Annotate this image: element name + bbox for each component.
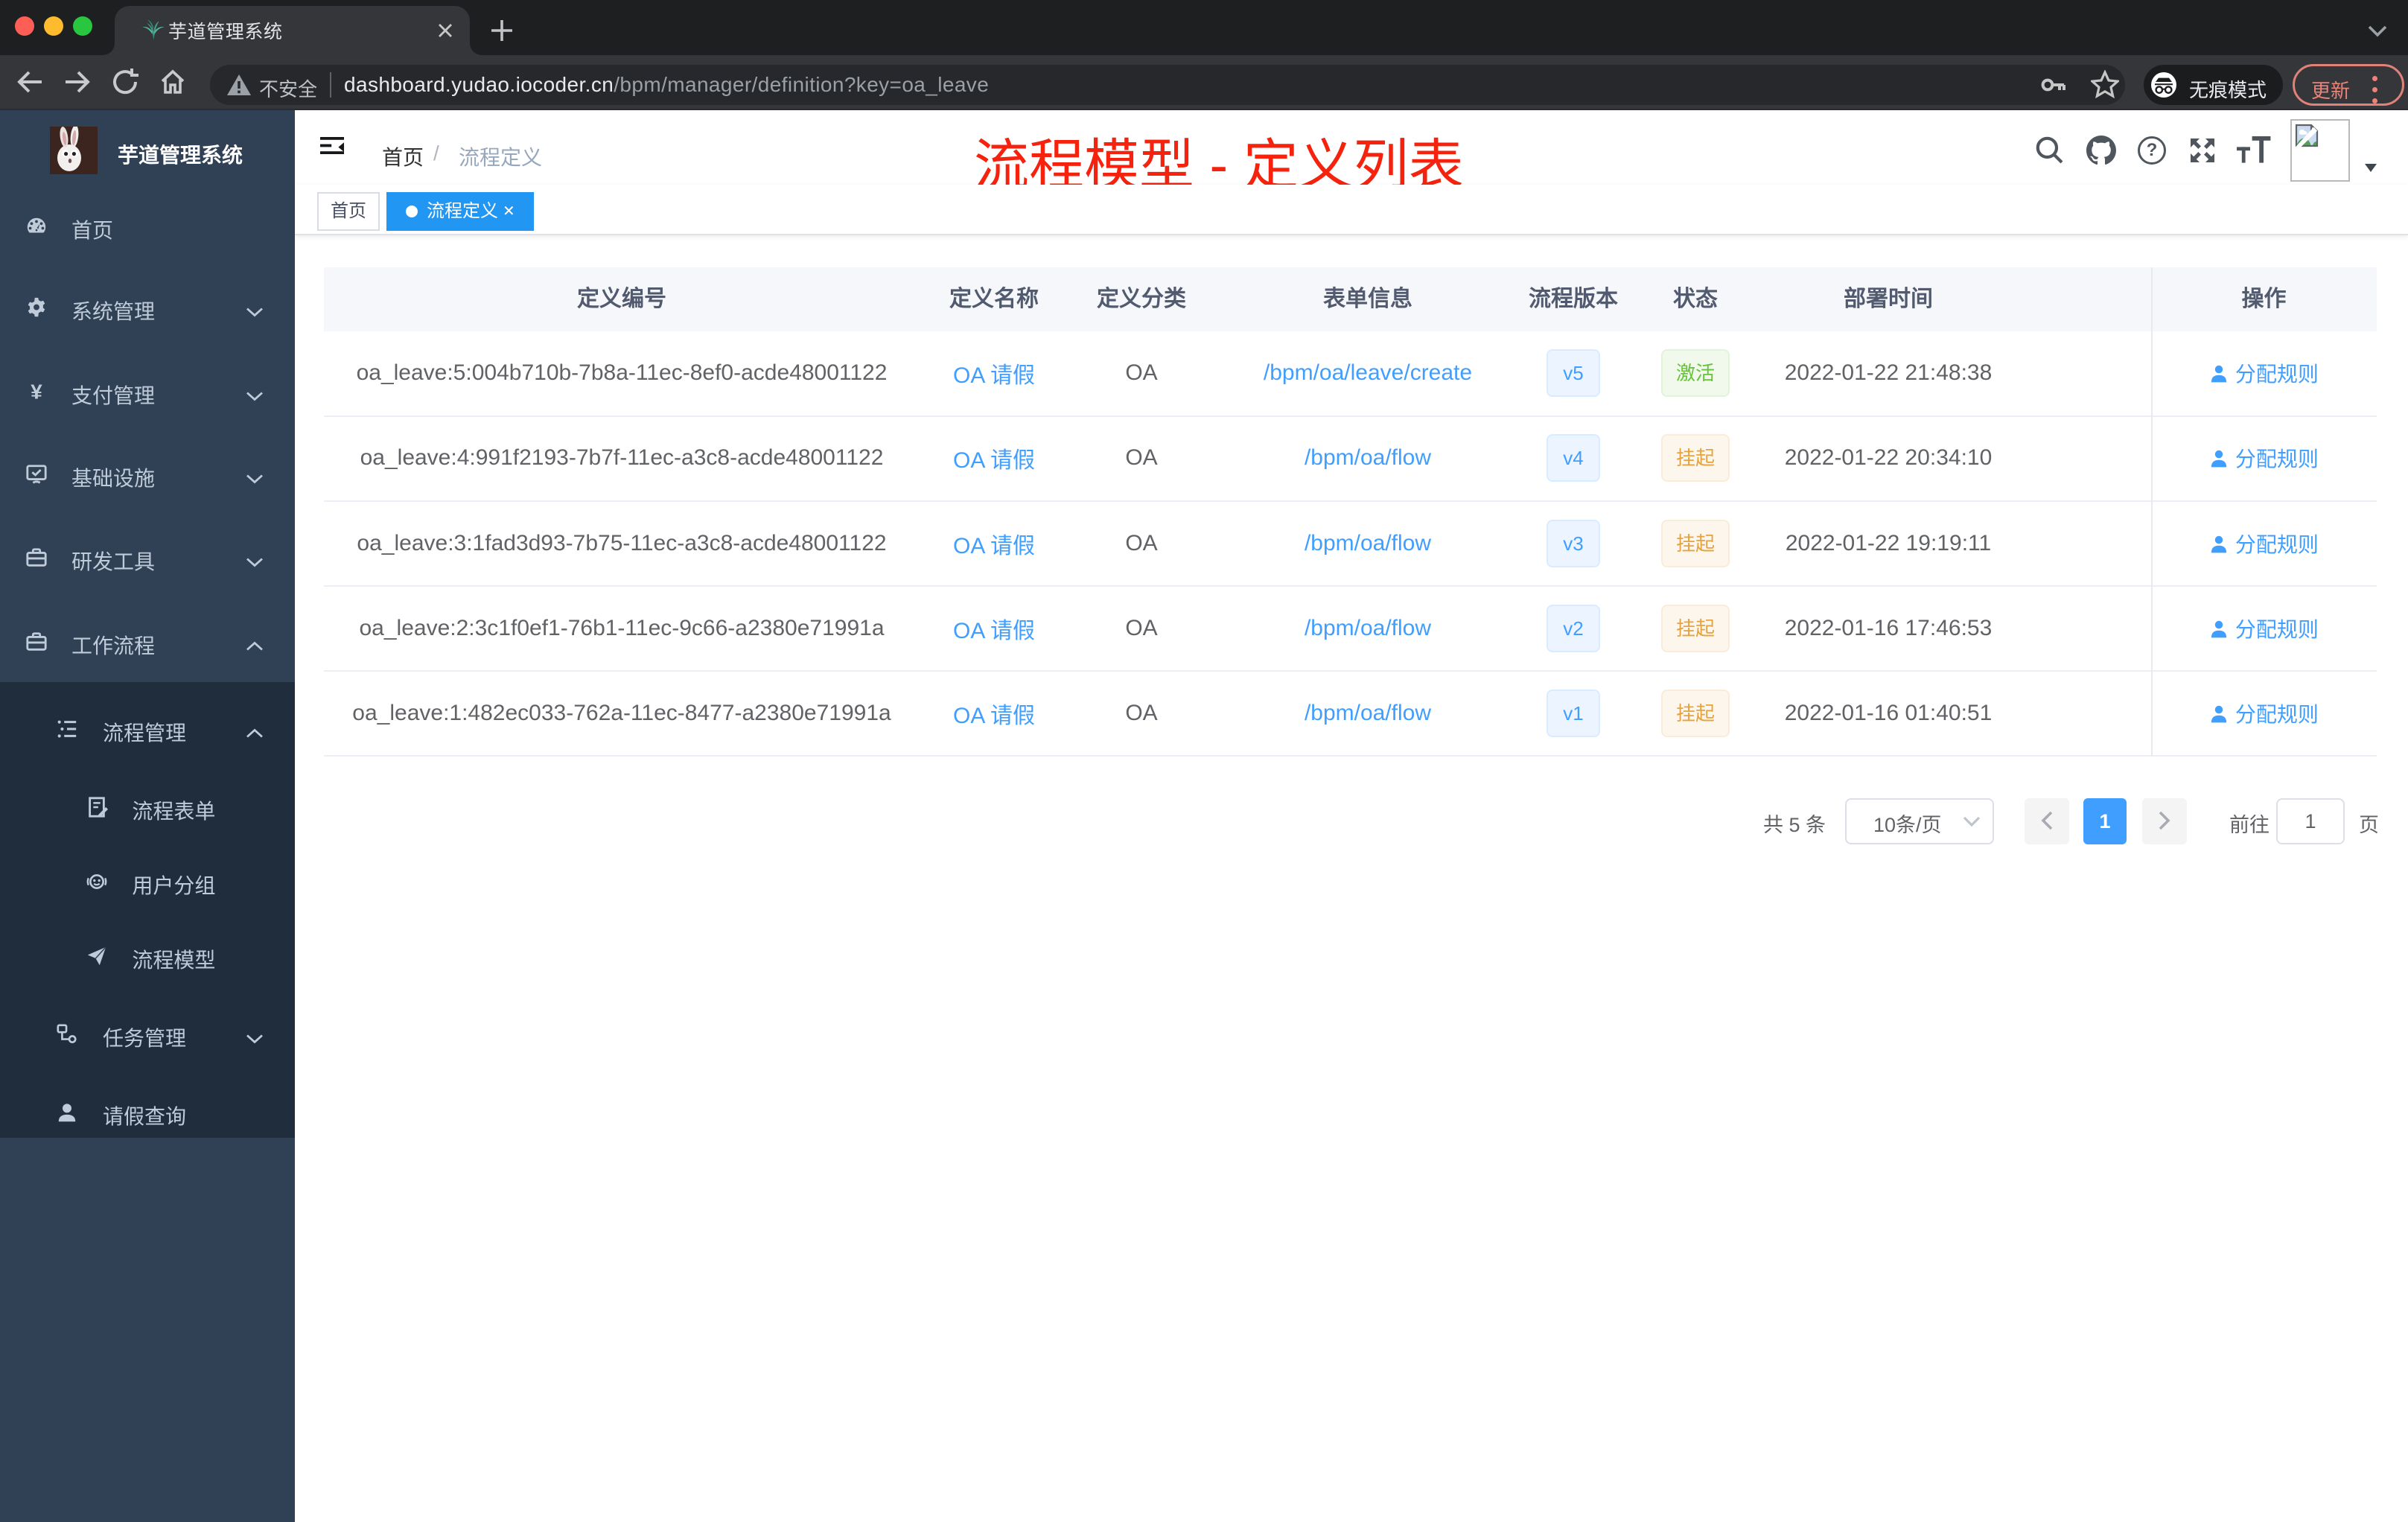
svg-text:¥: ¥	[31, 380, 43, 403]
